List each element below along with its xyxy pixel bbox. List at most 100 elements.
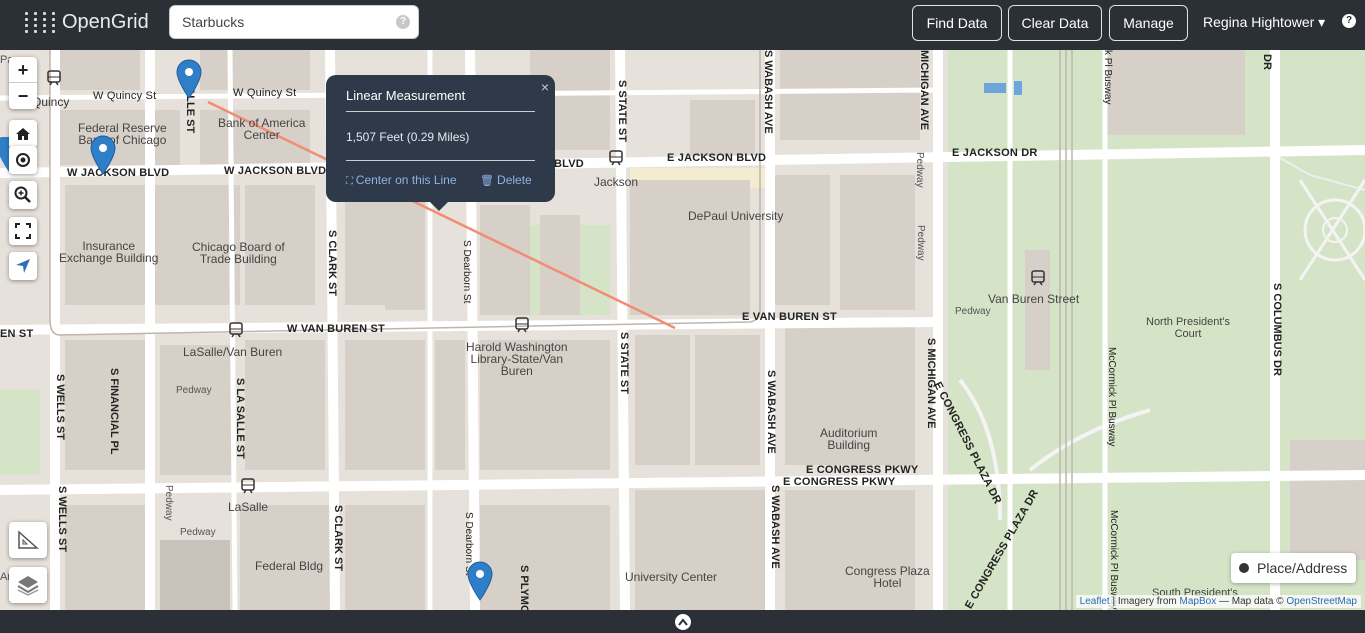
street-label: Quincy — [32, 95, 70, 109]
pedway-label: Pedway — [176, 385, 212, 396]
street-label: S WABASH AVE — [765, 370, 777, 454]
pedway-label: Pedway — [163, 485, 174, 521]
street-label: S STATE ST — [616, 80, 628, 142]
zoom-magnifier-icon — [14, 186, 31, 203]
center-target-icon: ⛶ — [346, 176, 356, 187]
street-label: S Dearborn St — [461, 240, 472, 304]
app-name: OpenGrid — [62, 10, 149, 33]
center-line-link[interactable]: ⛶ Center on this Line — [346, 173, 457, 187]
ruler-icon — [18, 530, 39, 549]
zoom-out-button[interactable]: − — [9, 83, 37, 109]
layers-icon — [17, 576, 39, 596]
location-dot-icon — [1239, 563, 1249, 573]
train-station-icon — [1031, 270, 1045, 286]
target-icon — [16, 153, 30, 167]
help-icon[interactable]: ? — [1342, 14, 1356, 28]
clear-data-button[interactable]: Clear Data — [1008, 5, 1102, 41]
street-label: E JACKSON DR — [952, 147, 1038, 159]
street-label: W Quincy St — [93, 90, 157, 102]
street-label: BLVD — [554, 158, 584, 170]
popup-tip — [429, 201, 449, 211]
street-label: McCormick Pl Busway — [1106, 347, 1117, 447]
map-marker-icon[interactable] — [467, 561, 493, 601]
street-label: W JACKSON BLVD — [67, 167, 170, 179]
street-label: E CONGRESS PKWY — [783, 476, 896, 488]
measure-tool-button[interactable] — [9, 522, 47, 558]
street-label: S WELLS ST — [56, 486, 68, 552]
place-label: Auditorium Building — [820, 426, 878, 452]
train-station-icon — [609, 150, 623, 166]
street-label: E JACKSON BLVD — [667, 152, 767, 164]
fullscreen-button[interactable] — [9, 217, 37, 245]
place-address-label: Place/Address — [1257, 560, 1348, 576]
chevron-up-icon — [678, 618, 688, 626]
navigation-arrow-icon — [16, 259, 30, 273]
delete-link[interactable]: 🗑 Delete — [480, 173, 532, 187]
attribution-text: — Map data © — [1216, 596, 1287, 607]
manage-button[interactable]: Manage — [1109, 5, 1188, 41]
popup-title: Linear Measurement — [346, 88, 466, 103]
user-menu[interactable]: Regina Hightower ▾ — [1203, 14, 1325, 31]
street-label: S WABASH AVE — [769, 485, 781, 569]
measurement-popup: Linear Measurement × 1,507 Feet (0.29 Mi… — [326, 75, 555, 211]
place-label: Congress Plaza Hotel — [845, 564, 930, 590]
home-button[interactable] — [9, 120, 37, 148]
locate-button[interactable] — [9, 146, 37, 174]
street-label: W JACKSON BLVD — [224, 165, 327, 177]
center-line-label: Center on this Line — [355, 173, 457, 187]
street-label: k Pl Busway — [1102, 50, 1113, 105]
street-label: E CONGRESS PKWY — [806, 464, 919, 476]
osm-link[interactable]: OpenStreetMap — [1286, 596, 1357, 607]
street-label: S LA SALLE ST — [234, 378, 246, 459]
street-label: E VAN BUREN ST — [742, 311, 837, 323]
pedway-label: Pedway — [914, 152, 925, 188]
zoom-control: + − — [9, 57, 37, 109]
map-marker-icon[interactable] — [90, 135, 116, 175]
street-label: EN ST — [0, 328, 34, 340]
map-canvas[interactable]: W Quincy St W Quincy St Quincy W JACKSON… — [0, 50, 1365, 610]
delete-label: Delete — [497, 173, 532, 187]
pedway-label: Pedway — [915, 225, 926, 261]
divider — [346, 111, 535, 112]
train-station-icon — [515, 317, 529, 333]
search-help-icon[interactable]: ? — [396, 15, 410, 29]
place-label: Chicago Board of Trade Building — [192, 240, 285, 266]
street-label: S WABASH AVE — [762, 50, 774, 134]
place-address-button[interactable]: Place/Address — [1231, 553, 1356, 583]
zoom-box-button[interactable] — [9, 181, 37, 209]
leaflet-link[interactable]: Leaflet — [1080, 596, 1110, 607]
place-label: University Center — [625, 570, 718, 584]
street-label: S COLUMBUS DR — [1271, 283, 1283, 376]
find-data-button[interactable]: Find Data — [912, 5, 1002, 41]
place-label: Harold Washington Library-State/Van Bure… — [466, 340, 568, 378]
place-label: Jackson — [594, 175, 639, 189]
measurement-value: 1,507 Feet (0.29 Miles) — [346, 130, 470, 144]
top-navbar: OpenGrid ? Find Data Clear Data Manage R… — [0, 0, 1365, 50]
pedway-label: Pedway — [955, 306, 991, 317]
trash-icon: 🗑 — [480, 175, 498, 187]
close-icon[interactable]: × — [541, 79, 549, 95]
pedway-label: Pedway — [180, 527, 216, 538]
street-label: S CLARK ST — [332, 505, 344, 571]
place-label: LaSalle — [228, 500, 269, 514]
locate-me-button[interactable] — [9, 252, 37, 280]
map-attribution: Leaflet | Imagery from MapBox — Map data… — [1075, 595, 1361, 608]
place-label: Federal Bldg — [255, 559, 324, 573]
street-label: S FINANCIAL PL — [108, 368, 120, 455]
divider — [346, 160, 535, 161]
bottom-panel-bar — [0, 610, 1365, 633]
mapbox-link[interactable]: MapBox — [1180, 596, 1217, 607]
layers-button[interactable] — [9, 567, 47, 603]
fullscreen-icon — [15, 223, 31, 239]
place-label: North President's Court — [1146, 316, 1231, 340]
search-box[interactable]: ? — [169, 5, 419, 39]
expand-panel-button[interactable] — [675, 614, 691, 630]
search-input[interactable] — [170, 6, 390, 38]
zoom-in-button[interactable]: + — [9, 57, 37, 83]
attribution-text: | Imagery from — [1109, 596, 1180, 607]
map-marker-icon[interactable] — [176, 59, 202, 99]
street-label: S STATE ST — [618, 332, 630, 394]
opengrid-logo[interactable]: OpenGrid — [24, 6, 149, 38]
place-label: Bank of America Center — [218, 116, 306, 142]
street-label: S PLYMO — [518, 565, 530, 610]
